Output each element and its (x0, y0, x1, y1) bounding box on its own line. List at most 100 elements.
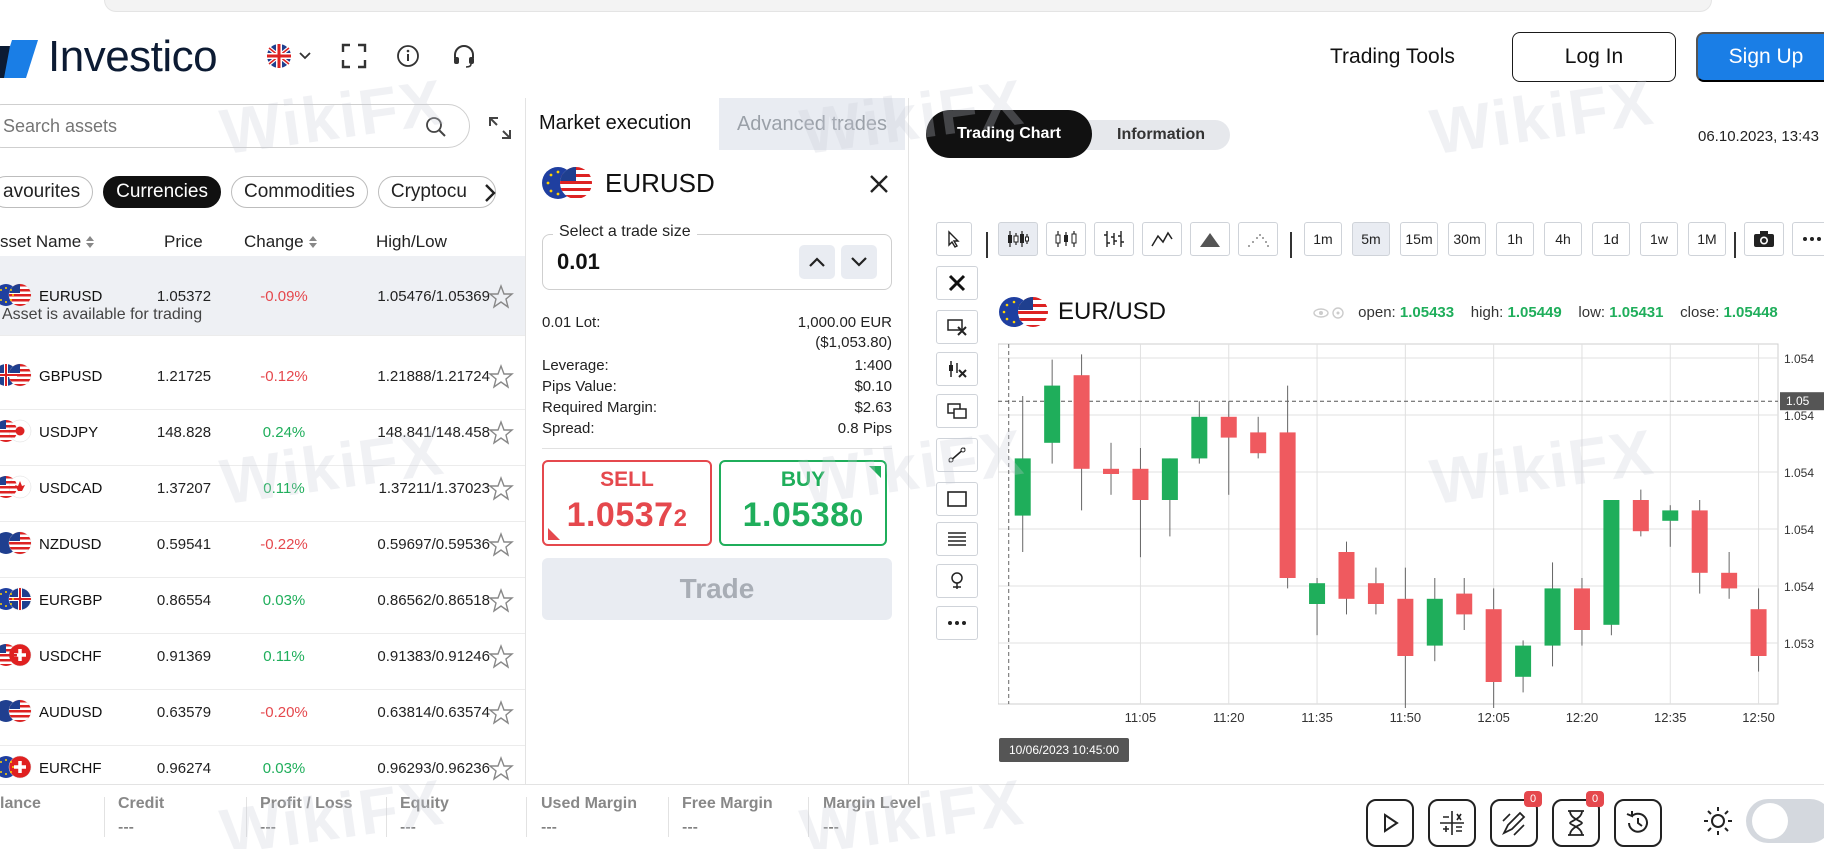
favourite-star-icon[interactable] (488, 284, 514, 310)
chevron-right-icon[interactable] (480, 182, 500, 204)
asset-price: 1.05372 (156, 288, 212, 305)
timeframe-button[interactable]: 4h (1544, 222, 1582, 256)
search-input[interactable] (3, 115, 383, 137)
asset-row[interactable]: USDCHF 0.91369 0.11% 0.91383/0.91246 (0, 634, 525, 690)
timeframe-button[interactable]: 1h (1496, 222, 1534, 256)
support-headset-icon[interactable] (450, 42, 478, 70)
sell-price: 1.05372 (544, 496, 710, 535)
tab-advanced-trades[interactable]: Advanced trades (719, 98, 905, 150)
screenshot-button[interactable] (1744, 222, 1784, 256)
asset-row[interactable]: EURUSD 1.05372 -0.09% 1.05476/1.05369 As… (0, 256, 525, 336)
favourite-star-icon[interactable] (488, 364, 514, 390)
favourite-star-icon[interactable] (488, 644, 514, 670)
col-asset-name[interactable]: sset Name (0, 232, 95, 252)
more-tools-button[interactable] (936, 606, 978, 640)
hollow-candles-button[interactable] (1046, 222, 1086, 256)
plot-frame (998, 343, 1779, 705)
lot-value-usd: ($1,053.80) (815, 334, 892, 351)
open-label: open: (1358, 304, 1396, 321)
ohlc-bars-icon (1104, 231, 1124, 247)
timeframe-button[interactable]: 1d (1592, 222, 1630, 256)
tab-information[interactable]: Information (1070, 120, 1230, 150)
close-icon (948, 274, 966, 292)
language-selector[interactable] (264, 42, 314, 70)
area-chart-button[interactable] (1190, 222, 1230, 256)
favourite-star-icon[interactable] (488, 532, 514, 558)
fullscreen-icon[interactable] (340, 42, 368, 70)
tab-trading-chart[interactable]: Trading Chart (926, 110, 1092, 158)
more-options-button[interactable] (1792, 222, 1824, 256)
asset-row[interactable]: EURGBP 0.86554 0.03% 0.86562/0.86518 (0, 578, 525, 634)
candle-body (1073, 375, 1090, 469)
timeframe-button[interactable]: 5m (1352, 222, 1390, 256)
favourite-star-icon[interactable] (488, 700, 514, 726)
buy-button[interactable]: BUY 1.05380 (719, 460, 887, 546)
login-button[interactable]: Log In (1512, 32, 1676, 82)
sell-button[interactable]: SELL 1.05372 (542, 460, 712, 546)
trendline-button[interactable] (936, 438, 978, 472)
theme-toggle[interactable] (1746, 799, 1824, 843)
favourite-star-icon[interactable] (488, 476, 514, 502)
trade-size-input[interactable]: 0.01 (557, 249, 600, 275)
price-chart[interactable]: 1.054 1.054 1.054 1.054 1.054 1.053 11:05 11:20… (998, 338, 1824, 748)
visibility-icon[interactable] (1312, 306, 1346, 320)
size-increase-button[interactable] (799, 245, 835, 279)
close-icon[interactable] (867, 172, 891, 196)
timeframe-button[interactable]: 1m (1304, 222, 1342, 256)
timeframe-button[interactable]: 1M (1688, 222, 1726, 256)
col-change[interactable]: Change (244, 232, 318, 252)
favourite-star-icon[interactable] (488, 756, 514, 782)
timeframe-button[interactable]: 15m (1400, 222, 1438, 256)
favourite-star-icon[interactable] (488, 588, 514, 614)
tab-market-execution[interactable]: Market execution (539, 112, 691, 135)
signup-button[interactable]: Sign Up (1696, 32, 1824, 82)
history-icon (1626, 811, 1648, 833)
cursor-icon (948, 230, 960, 248)
low-value: 1.05431 (1609, 304, 1664, 321)
compare-button[interactable] (936, 394, 978, 428)
trading-tools-link[interactable]: Trading Tools (1330, 40, 1455, 74)
asset-row[interactable]: NZDUSD 0.59541 -0.22% 0.59697/0.59536 (0, 522, 525, 578)
calculator-button[interactable] (1428, 799, 1476, 847)
play-button[interactable] (1366, 799, 1414, 847)
asset-price: 0.91369 (156, 648, 212, 665)
y-tick-label: 1.054 (1784, 523, 1814, 537)
history-button[interactable] (1614, 799, 1662, 847)
remove-selected-button[interactable] (936, 310, 978, 344)
asset-row[interactable]: USDCAD 1.37207 0.11% 1.37211/1.37023 (0, 466, 525, 522)
favourite-star-icon[interactable] (488, 420, 514, 446)
pending-trades-button[interactable]: 0 (1490, 791, 1542, 847)
asset-price: 148.828 (156, 424, 212, 441)
remove-drawings-button[interactable] (936, 266, 978, 300)
tab-commodities[interactable]: Commodities (230, 176, 368, 208)
sort-icon (308, 236, 317, 248)
timer-button[interactable]: 0 (1552, 791, 1604, 847)
fibonacci-button[interactable] (936, 522, 978, 556)
size-decrease-button[interactable] (841, 245, 877, 279)
tab-cryptocurrencies[interactable]: Cryptocu (377, 176, 496, 208)
dots-chart-button[interactable] (1238, 222, 1278, 256)
tab-currencies[interactable]: Currencies (103, 176, 221, 208)
line-chart-button[interactable] (1142, 222, 1182, 256)
asset-row[interactable]: GBPUSD 1.21725 -0.12% 1.21888/1.21724 (0, 354, 525, 410)
tab-favourites[interactable]: avourites (0, 176, 94, 208)
search-icon[interactable] (425, 116, 447, 138)
rectangle-tool-button[interactable] (936, 482, 978, 516)
asset-row[interactable]: EURCHF 0.96274 0.03% 0.96293/0.96236 (0, 746, 525, 784)
timeframe-button[interactable]: 30m (1448, 222, 1486, 256)
info-icon[interactable] (394, 42, 422, 70)
cursor-tool-button[interactable] (936, 222, 972, 256)
asset-row[interactable]: AUDUSD 0.63579 -0.20% 0.63814/0.63574 (0, 690, 525, 746)
expand-panel-icon[interactable] (486, 114, 514, 142)
trade-button[interactable]: Trade (542, 558, 892, 620)
pips-value: $0.10 (854, 378, 892, 395)
zoom-button[interactable] (936, 564, 978, 598)
profit-loss-stat: Profit / Loss --- (260, 795, 390, 837)
uk-us-flag-icon (0, 363, 32, 387)
candles-chart-button[interactable] (998, 222, 1038, 256)
timeframe-button[interactable]: 1w (1640, 222, 1678, 256)
asset-row[interactable]: USDJPY 148.828 0.24% 148.841/148.458 (0, 410, 525, 466)
bars-chart-button[interactable] (1094, 222, 1134, 256)
zoom-icon (951, 572, 963, 589)
indicators-button[interactable] (936, 352, 978, 386)
